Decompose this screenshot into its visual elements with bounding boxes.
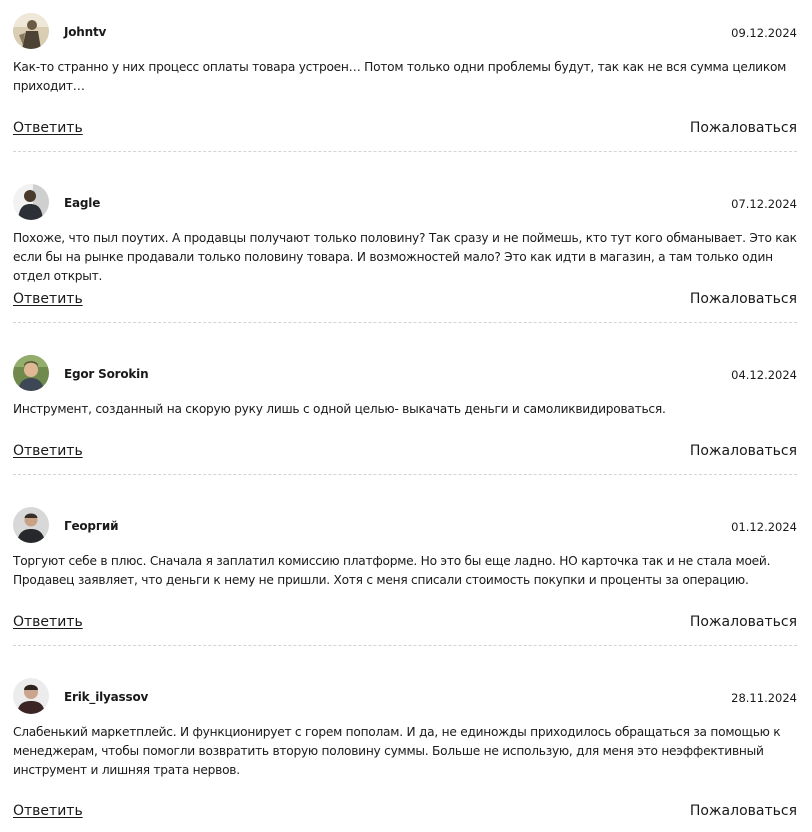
- comment-date: 07.12.2024: [731, 197, 797, 211]
- comment-text: Как-то странно у них процесс оплаты това…: [13, 60, 787, 93]
- comment-date: 09.12.2024: [731, 26, 797, 40]
- reply-button[interactable]: Ответить: [13, 613, 83, 631]
- divider: [13, 151, 797, 152]
- avatar: [13, 678, 49, 714]
- divider: [13, 322, 797, 323]
- divider: [13, 645, 797, 646]
- user-photo-icon: [13, 184, 49, 220]
- reply-button[interactable]: Ответить: [13, 119, 83, 137]
- avatar: [13, 184, 49, 220]
- author-name[interactable]: Johntv: [64, 24, 106, 40]
- author-name[interactable]: Eagle: [64, 195, 100, 211]
- report-button[interactable]: Пожаловаться: [690, 442, 797, 460]
- report-button[interactable]: Пожаловаться: [690, 613, 797, 631]
- author-name[interactable]: Egor Sorokin: [64, 366, 149, 382]
- user-photo-icon: [13, 13, 49, 49]
- author-name[interactable]: Георгий: [64, 518, 119, 534]
- report-button[interactable]: Пожаловаться: [690, 119, 797, 137]
- divider: [13, 474, 797, 475]
- comment-text: Слабенький маркетплейс. И функционирует …: [13, 725, 781, 777]
- comment-text: Похоже, что пыл поутих. А продавцы получ…: [13, 231, 797, 283]
- comment-text: Инструмент, созданный на скорую руку лиш…: [13, 402, 666, 416]
- comment-date: 28.11.2024: [731, 691, 797, 705]
- comment-date: 01.12.2024: [731, 520, 797, 534]
- comment-date: 04.12.2024: [731, 368, 797, 382]
- report-button[interactable]: Пожаловаться: [690, 802, 797, 820]
- user-photo-icon: [13, 355, 49, 391]
- author-name[interactable]: Erik_ilyassov: [64, 689, 148, 705]
- avatar: [13, 355, 49, 391]
- user-photo-icon: [13, 678, 49, 714]
- reply-button[interactable]: Ответить: [13, 802, 83, 820]
- user-photo-icon: [13, 507, 49, 543]
- avatar: [13, 507, 49, 543]
- reply-button[interactable]: Ответить: [13, 442, 83, 460]
- reply-button[interactable]: Ответить: [13, 290, 83, 308]
- report-button[interactable]: Пожаловаться: [690, 290, 797, 308]
- comments-list: Johntv 09.12.2024 Как-то странно у них п…: [0, 0, 812, 832]
- comment-text: Торгуют себе в плюс. Сначала я заплатил …: [13, 554, 771, 587]
- avatar: [13, 13, 49, 49]
